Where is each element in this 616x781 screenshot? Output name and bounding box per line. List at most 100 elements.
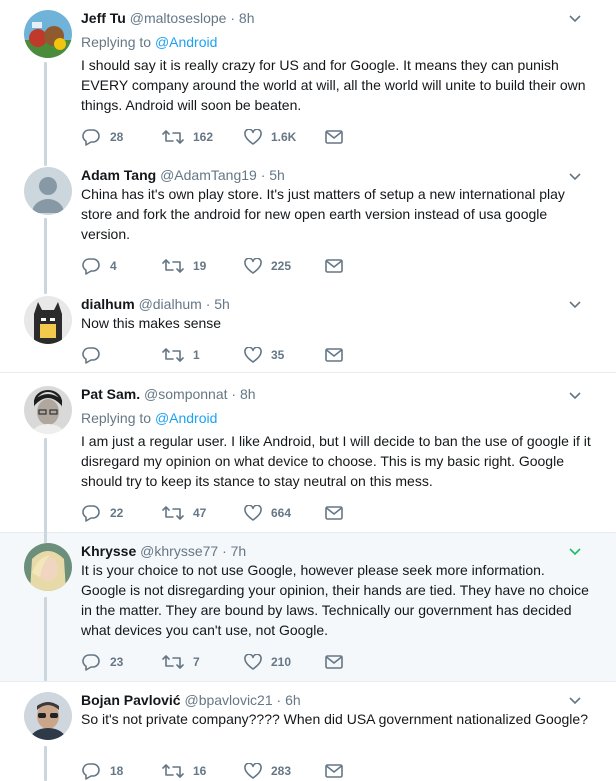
reply-button[interactable]: 23 [81, 652, 123, 672]
tweet-header: dialhum @dialhum · 5h [81, 295, 230, 313]
username[interactable]: @bpavlovic21 [184, 692, 272, 708]
reply-icon [82, 347, 100, 364]
display-name[interactable]: Khrysse [81, 543, 136, 559]
reply-button[interactable]: 18 [81, 761, 123, 781]
replying-to: Replying to @Android [81, 409, 217, 427]
thread-line [44, 218, 47, 294]
display-name[interactable]: dialhum [81, 296, 135, 312]
direct-message-button[interactable] [325, 127, 343, 147]
retweet-button[interactable]: 1 [162, 345, 200, 365]
timestamp[interactable]: 7h [231, 543, 247, 559]
username[interactable]: @khrysse77 [140, 543, 218, 559]
retweet-button[interactable]: 19 [162, 256, 206, 276]
message-icon [325, 764, 343, 778]
username[interactable]: @dialhum [139, 296, 202, 312]
retweet-button[interactable]: 7 [162, 652, 200, 672]
replying-to-label: Replying to [81, 34, 152, 50]
reply-count: 4 [110, 259, 117, 273]
retweet-icon [162, 655, 184, 669]
retweet-count: 19 [193, 259, 207, 273]
timestamp[interactable]: 5h [269, 167, 285, 183]
message-icon [325, 655, 343, 669]
retweet-icon [162, 130, 184, 144]
tweet-text: Now this makes sense [81, 315, 222, 331]
mention-link[interactable]: @Android [155, 410, 217, 426]
reply-count: 23 [110, 655, 124, 669]
username[interactable]: @somponnat [144, 386, 227, 402]
retweet-button[interactable]: 47 [162, 503, 206, 523]
display-name[interactable]: Jeff Tu [81, 10, 126, 26]
tweet-header: Bojan Pavlović @bpavlovic21 · 6h [81, 691, 301, 709]
retweet-count: 1 [193, 348, 200, 362]
display-name[interactable]: Pat Sam. [81, 386, 140, 402]
avatar[interactable] [24, 386, 72, 434]
retweet-button[interactable]: 16 [162, 761, 206, 781]
display-name[interactable]: Bojan Pavlović [81, 692, 181, 708]
separator: · [205, 296, 211, 312]
reply-icon [82, 654, 100, 671]
chevron-down-icon[interactable] [567, 389, 583, 401]
direct-message-button[interactable] [325, 503, 343, 523]
like-count: 210 [271, 655, 292, 669]
chevron-down-icon[interactable] [567, 545, 583, 557]
separator: · [230, 10, 236, 26]
username[interactable]: @maltoseslope [130, 10, 227, 26]
retweet-icon [162, 259, 184, 273]
mention-link[interactable]: @Android [155, 34, 217, 50]
reply-button[interactable]: 22 [81, 503, 123, 523]
thread-line [44, 533, 47, 543]
avatar[interactable] [24, 167, 72, 215]
retweet-count: 16 [193, 764, 207, 778]
reply-count: 18 [110, 764, 124, 778]
direct-message-button[interactable] [325, 345, 343, 365]
tweet-header: Khrysse @khrysse77 · 7h [81, 542, 246, 560]
like-button[interactable]: 1.6K [244, 127, 296, 147]
tweet-text: It is your choice to not use Google, how… [81, 562, 589, 638]
like-button[interactable]: 210 [244, 652, 291, 672]
thread-line [44, 62, 47, 166]
chevron-down-icon[interactable] [567, 298, 583, 310]
chevron-down-icon[interactable] [567, 170, 583, 182]
message-icon [325, 130, 343, 144]
reply-button[interactable]: 28 [81, 127, 123, 147]
reply-count: 22 [110, 506, 124, 520]
timestamp[interactable]: 5h [214, 296, 230, 312]
direct-message-button[interactable] [325, 761, 343, 781]
tweet-header: Pat Sam. @somponnat · 8h [81, 385, 256, 403]
timestamp[interactable]: 8h [239, 10, 255, 26]
like-button[interactable]: 35 [244, 345, 284, 365]
display-name[interactable]: Adam Tang [81, 167, 156, 183]
like-button[interactable]: 283 [244, 761, 291, 781]
message-icon [325, 348, 343, 362]
thread-line [44, 438, 47, 534]
tweet-header: Adam Tang @AdamTang19 · 5h [81, 166, 285, 184]
direct-message-button[interactable] [325, 256, 343, 276]
username[interactable]: @AdamTang19 [160, 167, 257, 183]
timestamp[interactable]: 6h [285, 692, 301, 708]
avatar[interactable] [24, 692, 72, 740]
tweet-text: I should say it is really crazy for US a… [81, 57, 586, 113]
like-icon [244, 347, 262, 363]
reply-button[interactable]: 4 [81, 256, 117, 276]
chevron-down-icon[interactable] [567, 12, 583, 24]
retweet-icon [162, 506, 184, 520]
like-button[interactable]: 664 [244, 503, 291, 523]
tweet-text: China has it's own play store. It's just… [81, 186, 565, 242]
retweet-button[interactable]: 162 [162, 127, 213, 147]
chevron-down-icon[interactable] [567, 694, 583, 706]
avatar[interactable] [24, 10, 72, 58]
like-count: 35 [271, 348, 285, 362]
timestamp[interactable]: 8h [240, 386, 256, 402]
retweet-count: 47 [193, 506, 207, 520]
like-button[interactable]: 225 [244, 256, 291, 276]
direct-message-button[interactable] [325, 652, 343, 672]
thread-line [44, 597, 47, 681]
retweet-count: 7 [193, 655, 200, 669]
reply-icon [82, 763, 100, 780]
avatar[interactable] [24, 543, 72, 591]
reply-icon [82, 258, 100, 275]
avatar[interactable] [24, 296, 72, 344]
separator: · [260, 167, 266, 183]
tweet-text: I am just a regular user. I like Android… [81, 433, 591, 489]
reply-button[interactable] [81, 345, 110, 365]
